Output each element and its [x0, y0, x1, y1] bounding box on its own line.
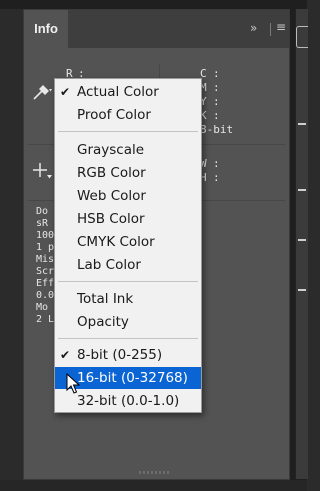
- menu-separator: [58, 281, 198, 282]
- tool-mark: [298, 239, 306, 241]
- adjacent-panel-button[interactable]: [296, 26, 308, 48]
- checkmark-icon: ✔: [60, 85, 71, 99]
- menu-item-actual-color[interactable]: ✔ Actual Color: [55, 81, 201, 103]
- menu-item-8-bit[interactable]: ✔ 8-bit (0-255): [55, 344, 201, 366]
- bit-depth-label: 8-bit: [200, 123, 234, 136]
- doc-info-line: 0.0: [36, 290, 55, 301]
- menu-item-grayscale[interactable]: Grayscale: [55, 139, 201, 161]
- channel-c-colon: :: [213, 67, 220, 80]
- eyedropper-icon[interactable]: [31, 83, 55, 105]
- menu-item-lab-color[interactable]: Lab Color: [55, 254, 201, 276]
- menu-separator: [58, 131, 198, 132]
- crosshair-icon[interactable]: [32, 162, 54, 186]
- top-strip: [0, 0, 307, 9]
- resize-grip[interactable]: [139, 471, 171, 474]
- doc-info-line: 1 p: [36, 242, 55, 253]
- checkmark-icon: ✔: [60, 348, 71, 362]
- doc-info-line: sR: [36, 218, 49, 229]
- bottom-band: [0, 480, 307, 491]
- mouse-pointer-icon: [66, 372, 81, 399]
- doc-info-line: Mis: [36, 254, 55, 265]
- adjacent-panel-edge[interactable]: [295, 9, 308, 479]
- tool-mark: [298, 289, 306, 291]
- channel-k-colon: :: [213, 109, 220, 122]
- menu-item-opacity[interactable]: Opacity: [55, 311, 201, 333]
- menu-item-web-color[interactable]: Web Color: [55, 185, 201, 207]
- channel-m-colon: :: [213, 81, 220, 94]
- tab-divider: [270, 23, 271, 36]
- panel-tab-bar: Info » ≡: [24, 10, 289, 48]
- menu-separator: [58, 338, 198, 339]
- tool-mark: [298, 189, 306, 191]
- color-mode-menu: ✔ Actual Color Proof Color Grayscale RGB…: [54, 78, 202, 413]
- menu-item-hsb-color[interactable]: HSB Color: [55, 208, 201, 230]
- width-colon: :: [213, 157, 220, 170]
- tab-info[interactable]: Info: [24, 10, 68, 48]
- doc-info-line: Do: [36, 206, 49, 217]
- tool-mark: [298, 123, 306, 125]
- menu-item-rgb-color[interactable]: RGB Color: [55, 162, 201, 184]
- doc-info-line: Scr: [36, 266, 55, 277]
- channel-y-colon: :: [213, 95, 220, 108]
- collapse-icon[interactable]: »: [250, 21, 257, 35]
- height-colon: :: [213, 171, 220, 184]
- doc-info-line: 2 L: [36, 314, 55, 325]
- menu-item-cmyk-color[interactable]: CMYK Color: [55, 231, 201, 253]
- doc-info-line: Mo: [36, 302, 49, 313]
- menu-item-proof-color[interactable]: Proof Color: [55, 104, 201, 126]
- menu-item-total-ink[interactable]: Total Ink: [55, 288, 201, 310]
- panel-menu-icon[interactable]: ≡: [276, 20, 286, 34]
- doc-info-line: 100: [36, 230, 55, 241]
